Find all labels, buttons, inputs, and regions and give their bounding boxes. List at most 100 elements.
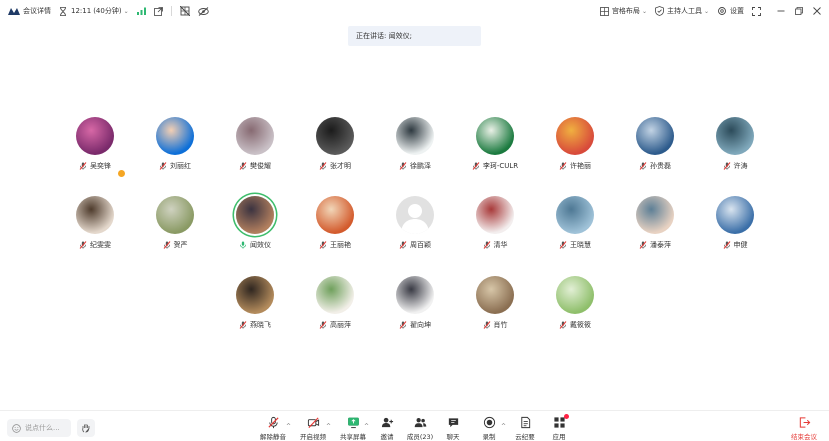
participant-tile[interactable]: 许艳丽 bbox=[545, 117, 605, 177]
avatar bbox=[476, 117, 514, 155]
avatar bbox=[236, 196, 274, 234]
quick-chat-input[interactable]: 说点什么... bbox=[7, 419, 71, 437]
participant-tile[interactable]: 张才明 bbox=[305, 117, 365, 177]
end-meeting-button[interactable]: 结束会议 bbox=[789, 416, 819, 441]
minutes-label: 云纪要 bbox=[515, 433, 535, 441]
participant-name: 王晓慧 bbox=[570, 241, 591, 249]
participant-name-row: 戴筱筱 bbox=[559, 320, 591, 330]
participant-tile[interactable]: 肖竹 bbox=[465, 276, 525, 336]
participant-name: 戴筱筱 bbox=[570, 321, 591, 329]
participant-tile[interactable]: 许涛 bbox=[705, 117, 765, 177]
mic-off-icon bbox=[239, 321, 247, 329]
avatar bbox=[156, 196, 194, 234]
participant-tile[interactable]: 燕晓飞 bbox=[225, 276, 285, 336]
avatar bbox=[316, 117, 354, 155]
participant-tile[interactable]: 闻效仪 bbox=[225, 196, 285, 256]
participant-name: 纪雯雯 bbox=[90, 241, 111, 249]
participant-tile[interactable]: 潘泰萍 bbox=[625, 196, 685, 256]
participant-name-row: 潘泰萍 bbox=[639, 240, 671, 250]
mic-off-icon bbox=[483, 321, 490, 329]
mic-off-icon bbox=[399, 241, 407, 249]
mic-off-icon bbox=[239, 162, 247, 170]
participant-tile[interactable]: 樊俊耀 bbox=[225, 117, 285, 177]
participant-name: 徐鹏泽 bbox=[410, 162, 431, 170]
video-off-icon bbox=[307, 417, 319, 429]
chat-placeholder: 说点什么... bbox=[25, 424, 60, 432]
participant-name-row: 燕晓飞 bbox=[239, 320, 271, 330]
participant-name-row: 徐鹏泽 bbox=[399, 161, 431, 171]
participant-name-row: 高丽萍 bbox=[319, 320, 351, 330]
participant-name: 翟向坤 bbox=[410, 321, 431, 329]
participant-name-row: 纪雯雯 bbox=[79, 240, 111, 250]
participant-tile[interactable]: 徐鹏泽 bbox=[385, 117, 445, 177]
mic-off-icon bbox=[319, 241, 327, 249]
mic-off-icon bbox=[483, 241, 490, 249]
participant-name: 燕晓飞 bbox=[250, 321, 271, 329]
mic-off-icon bbox=[163, 241, 170, 249]
participant-tile[interactable]: 孙贵磊 bbox=[625, 117, 685, 177]
mic-off-icon bbox=[639, 162, 647, 170]
members-label: 成员(23) bbox=[406, 433, 434, 441]
participant-name-row: 肖竹 bbox=[483, 320, 508, 330]
participant-name-row: 王晓慧 bbox=[559, 240, 591, 250]
participant-name: 肖竹 bbox=[493, 321, 508, 329]
participant-name: 孙贵磊 bbox=[650, 162, 671, 170]
start-video-label: 开启视频 bbox=[300, 433, 326, 441]
participant-tile[interactable]: 周百颖 bbox=[385, 196, 445, 256]
chevron-up-icon[interactable]: ^ bbox=[326, 423, 331, 430]
participant-tile[interactable]: 高丽萍 bbox=[305, 276, 365, 336]
participant-name: 申健 bbox=[733, 241, 748, 249]
participant-name: 吴奕锋 bbox=[90, 162, 111, 170]
participant-name: 许艳丽 bbox=[570, 162, 591, 170]
participant-name-row: 许涛 bbox=[723, 161, 748, 171]
participant-tile[interactable]: 戴筱筱 bbox=[545, 276, 605, 336]
end-meeting-label: 结束会议 bbox=[791, 433, 817, 441]
reaction-button[interactable] bbox=[77, 419, 95, 437]
participant-tile[interactable]: 王晓慧 bbox=[545, 196, 605, 256]
chevron-up-icon[interactable]: ^ bbox=[286, 423, 291, 430]
participant-tile[interactable]: 贺严 bbox=[145, 196, 205, 256]
participant-name-row: 吴奕锋 bbox=[79, 161, 111, 171]
avatar bbox=[396, 117, 434, 155]
record-icon bbox=[483, 416, 495, 429]
mic-off-icon bbox=[267, 416, 279, 429]
participant-name-row: 孙贵磊 bbox=[639, 161, 671, 171]
mic-off-icon bbox=[79, 241, 87, 249]
raise-hand-icon bbox=[82, 424, 90, 433]
participant-tile[interactable]: 刘丽红 bbox=[145, 117, 205, 177]
participant-name: 清华 bbox=[493, 241, 508, 249]
exit-icon bbox=[799, 417, 810, 428]
participant-tile[interactable]: 申健 bbox=[705, 196, 765, 256]
host-badge-icon bbox=[117, 169, 126, 178]
participant-tile[interactable]: 王丽艳 bbox=[305, 196, 365, 256]
apps-button[interactable]: 应用 bbox=[539, 414, 579, 441]
mic-off-icon bbox=[559, 321, 567, 329]
participant-tile[interactable]: 纪雯雯 bbox=[65, 196, 125, 256]
participant-name-row: 王丽艳 bbox=[319, 240, 351, 250]
avatar bbox=[556, 276, 594, 314]
unmute-label: 解除静音 bbox=[260, 433, 286, 441]
mic-off-icon bbox=[559, 241, 567, 249]
avatar bbox=[236, 117, 274, 155]
mic-off-icon bbox=[723, 241, 730, 249]
share-screen-icon bbox=[347, 417, 359, 429]
apps-label: 应用 bbox=[552, 433, 566, 441]
mic-off-icon bbox=[319, 162, 327, 170]
avatar bbox=[556, 117, 594, 155]
participant-name: 李珂-CULR bbox=[482, 162, 519, 170]
participant-tile[interactable]: 清华 bbox=[465, 196, 525, 256]
avatar bbox=[716, 117, 754, 155]
participant-name-row: 刘丽红 bbox=[159, 161, 191, 171]
avatar bbox=[156, 117, 194, 155]
participant-name: 刘丽红 bbox=[170, 162, 191, 170]
chat-button[interactable]: 聊天 bbox=[433, 416, 473, 441]
participant-tile[interactable]: 翟向坤 bbox=[385, 276, 445, 336]
participant-name-row: 许艳丽 bbox=[559, 161, 591, 171]
participant-tile[interactable]: 吴奕锋 bbox=[65, 117, 126, 178]
avatar bbox=[476, 196, 514, 234]
bottom-toolbar: 说点什么... 解除静音 ^ 开启视频 ^ 共享屏幕 ^ 邀请 成员(23) 聊… bbox=[0, 410, 829, 441]
participant-tile[interactable]: 李珂-CULR bbox=[465, 117, 525, 177]
avatar bbox=[556, 196, 594, 234]
participant-name-row: 闻效仪 bbox=[239, 240, 271, 250]
add-user-icon bbox=[381, 417, 393, 428]
